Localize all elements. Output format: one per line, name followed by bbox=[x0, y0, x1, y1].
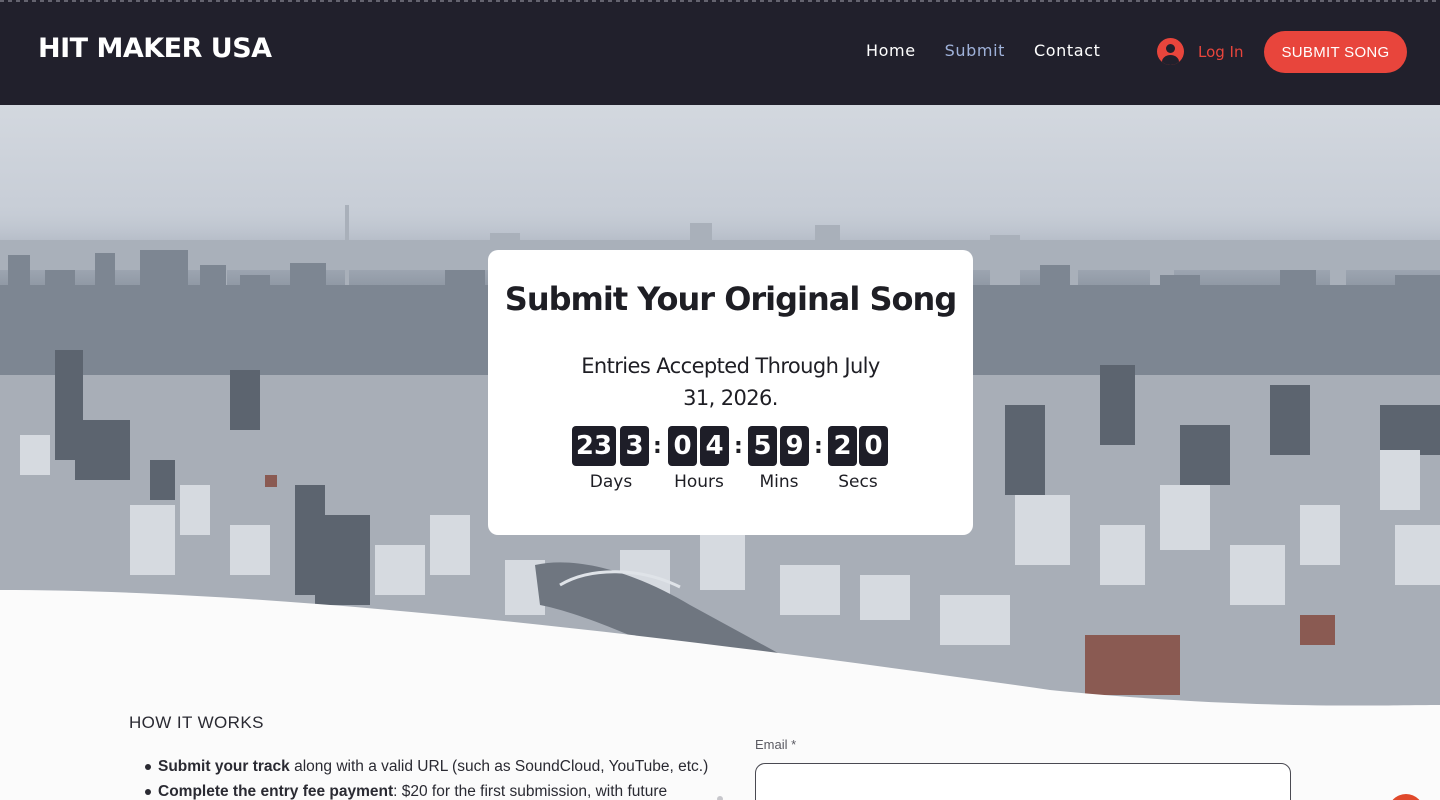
deadline-line-2: 31, 2026. bbox=[683, 386, 778, 410]
site-header: HIT MAKER USA Home Submit Contact Log In… bbox=[0, 0, 1440, 105]
login-link[interactable]: Log In bbox=[1157, 38, 1244, 65]
countdown-days-digit-1: 23 bbox=[572, 426, 616, 466]
nav-item-contact[interactable]: Contact bbox=[1034, 41, 1100, 60]
nav-item-submit[interactable]: Submit bbox=[945, 41, 1005, 60]
email-field[interactable] bbox=[755, 763, 1291, 800]
countdown-separator: : bbox=[653, 434, 662, 459]
list-item-bold: Submit your track bbox=[158, 758, 290, 775]
countdown-secs-digit-2: 0 bbox=[859, 426, 888, 466]
entries-deadline-text: Entries Accepted Through July 31, 2026. bbox=[558, 350, 903, 414]
countdown-mins-digit-2: 9 bbox=[780, 426, 809, 466]
countdown-separator: : bbox=[814, 434, 823, 459]
countdown-days-digit-2: 3 bbox=[620, 426, 649, 466]
main-nav: Home Submit Contact bbox=[866, 41, 1100, 60]
list-item: Complete the entry fee payment: $20 for … bbox=[145, 783, 735, 800]
submission-card: Submit Your Original Song Entries Accept… bbox=[488, 250, 973, 535]
countdown-secs-digit-1: 2 bbox=[828, 426, 857, 466]
countdown-hours-digit-1: 0 bbox=[668, 426, 697, 466]
countdown-mins-label: Mins bbox=[759, 472, 799, 492]
list-item-bold: Complete the entry fee payment bbox=[158, 783, 394, 800]
how-it-works-list: Submit your track along with a valid URL… bbox=[145, 758, 735, 800]
list-item-text: along with a valid URL (such as SoundClo… bbox=[289, 758, 709, 775]
countdown-separator: : bbox=[734, 434, 743, 459]
page-title: Submit Your Original Song bbox=[504, 280, 957, 318]
site-logo[interactable]: HIT MAKER USA bbox=[38, 33, 272, 64]
list-item-text: : $20 for the first submission, with fut… bbox=[393, 783, 668, 800]
login-label: Log In bbox=[1198, 42, 1244, 61]
submit-song-button[interactable]: SUBMIT SONG bbox=[1264, 31, 1407, 73]
countdown-timer: 23 3 : 0 4 : 5 9 : 2 0 Days Hours Mins S… bbox=[572, 426, 892, 496]
list-item: Submit your track along with a valid URL… bbox=[145, 758, 735, 783]
header-dashed-edge bbox=[0, 0, 1440, 2]
scroll-indicator bbox=[717, 796, 723, 800]
how-it-works-heading: HOW IT WORKS bbox=[129, 713, 264, 732]
countdown-mins-digit-1: 5 bbox=[748, 426, 777, 466]
chat-widget-button[interactable] bbox=[1388, 794, 1424, 800]
countdown-hours-digit-2: 4 bbox=[700, 426, 729, 466]
countdown-hours-label: Hours bbox=[674, 472, 724, 492]
email-label: Email * bbox=[755, 737, 797, 752]
nav-item-home[interactable]: Home bbox=[866, 41, 916, 60]
user-avatar-icon bbox=[1157, 38, 1184, 65]
countdown-secs-label: Secs bbox=[838, 472, 878, 492]
deadline-line-1: Entries Accepted Through July bbox=[581, 354, 880, 378]
countdown-days-label: Days bbox=[589, 472, 633, 492]
